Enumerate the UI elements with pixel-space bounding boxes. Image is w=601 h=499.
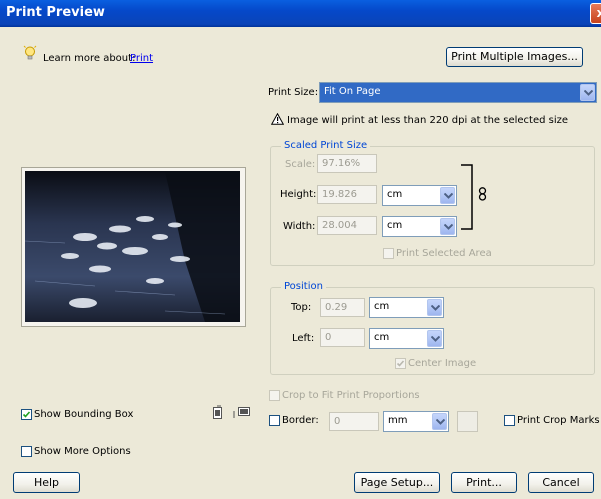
height-field[interactable]: 19.826 xyxy=(317,185,377,204)
page-orientation-icon[interactable] xyxy=(213,405,231,423)
chevron-down-icon[interactable] xyxy=(440,187,455,204)
crop-to-fit-checkbox[interactable] xyxy=(269,390,280,401)
scale-field[interactable]: 97.16% xyxy=(317,154,377,173)
show-more-options-label: Show More Options xyxy=(34,446,131,457)
close-button[interactable]: x xyxy=(590,3,601,24)
window-title: Print Preview xyxy=(6,5,105,20)
print-preview-dialog: Print Preview x Learn more about: Print … xyxy=(0,0,601,499)
close-icon: x xyxy=(596,6,601,20)
print-selected-area-checkbox[interactable] xyxy=(383,248,394,259)
chevron-down-icon[interactable] xyxy=(580,84,595,101)
print-size-select[interactable]: Fit On Page xyxy=(319,82,597,103)
show-bounding-box-label: Show Bounding Box xyxy=(34,409,134,420)
print-size-value: Fit On Page xyxy=(324,86,381,97)
chevron-down-icon[interactable] xyxy=(440,218,455,235)
left-label: Left: xyxy=(292,333,315,344)
width-unit-select[interactable]: cm xyxy=(382,216,457,237)
width-label: Width: xyxy=(283,221,316,232)
chevron-down-icon[interactable] xyxy=(427,299,442,316)
print-multiple-images-button[interactable]: Print Multiple Images... xyxy=(446,47,583,67)
landscape-orientation-icon[interactable] xyxy=(233,405,251,423)
left-unit-select[interactable]: cm xyxy=(369,328,444,349)
border-unit-select[interactable]: mm xyxy=(383,411,449,432)
width-field[interactable]: 28.004 xyxy=(317,216,377,235)
crop-to-fit-label: Crop to Fit Print Proportions xyxy=(282,390,420,401)
top-field[interactable]: 0.29 xyxy=(320,298,365,317)
preview-image[interactable] xyxy=(25,171,240,322)
left-field[interactable]: 0 xyxy=(320,328,365,347)
height-label: Height: xyxy=(280,189,317,200)
warning-icon xyxy=(270,112,285,128)
chevron-down-icon[interactable] xyxy=(432,413,447,430)
width-unit-value: cm xyxy=(387,220,403,231)
print-button[interactable]: Print... xyxy=(451,472,517,493)
height-unit-value: cm xyxy=(387,189,403,200)
cancel-button[interactable]: Cancel xyxy=(528,472,594,493)
chevron-down-icon[interactable] xyxy=(427,330,442,347)
top-unit-select[interactable]: cm xyxy=(369,297,444,318)
print-size-label: Print Size: xyxy=(268,87,319,98)
checkmark-icon xyxy=(396,360,405,367)
print-selected-area-label: Print Selected Area xyxy=(396,248,492,259)
center-image-label: Center Image xyxy=(408,358,477,369)
constrain-bracket xyxy=(461,164,475,233)
height-unit-select[interactable]: cm xyxy=(382,185,457,206)
center-image-checkbox[interactable] xyxy=(395,358,406,369)
print-crop-marks-checkbox[interactable] xyxy=(504,415,515,426)
print-help-link[interactable]: Print xyxy=(130,53,153,64)
print-crop-marks-label: Print Crop Marks xyxy=(517,415,600,426)
border-color-swatch[interactable] xyxy=(457,411,478,432)
checkmark-icon xyxy=(22,411,31,418)
page-setup-button[interactable]: Page Setup... xyxy=(354,472,440,493)
border-checkbox[interactable] xyxy=(269,415,280,426)
learn-more-label: Learn more about: xyxy=(43,53,136,64)
lightbulb-icon xyxy=(23,45,37,66)
dpi-warning-text: Image will print at less than 220 dpi at… xyxy=(287,115,569,126)
preview-page xyxy=(21,167,246,327)
title-bar[interactable]: Print Preview x xyxy=(0,0,601,27)
chain-link-icon[interactable] xyxy=(478,187,487,204)
border-label: Border: xyxy=(282,415,319,426)
left-unit-value: cm xyxy=(374,332,390,343)
top-unit-value: cm xyxy=(374,301,390,312)
show-bounding-box-checkbox[interactable] xyxy=(21,409,32,420)
help-button[interactable]: Help xyxy=(13,472,80,493)
show-more-options-checkbox[interactable] xyxy=(21,446,32,457)
top-label: Top: xyxy=(291,302,312,313)
border-width-field[interactable]: 0 xyxy=(329,412,379,431)
scaled-print-size-title: Scaled Print Size xyxy=(281,140,371,151)
position-title: Position xyxy=(281,281,326,292)
scale-label: Scale: xyxy=(285,159,316,170)
border-unit-value: mm xyxy=(388,415,408,426)
